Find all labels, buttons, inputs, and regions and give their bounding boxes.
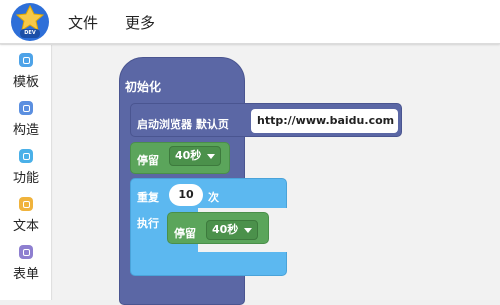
block-workspace[interactable]: 初始化 启动浏览器 默认页 http://www.baidu.com 停留 40…: [53, 45, 500, 305]
repeat-count-input[interactable]: 10: [169, 184, 203, 206]
construct-icon: [19, 101, 33, 115]
menu-file[interactable]: 文件: [68, 12, 98, 33]
repeat-label: 重复: [137, 191, 159, 204]
category-function[interactable]: 功能: [0, 143, 52, 189]
dev-badge: DEV: [20, 29, 40, 38]
wait-duration-value: 40秒: [175, 149, 202, 162]
init-block-label: 初始化: [125, 80, 162, 94]
template-icon: [19, 53, 33, 67]
open-browser-label: 启动浏览器 默认页: [137, 118, 229, 131]
category-sidebar: 模板 构造 功能 文本 表单: [0, 45, 52, 300]
category-label: 文本: [12, 219, 39, 234]
dropdown-arrow-icon: [244, 228, 252, 233]
dropdown-arrow-icon: [207, 154, 215, 159]
category-label: 模板: [12, 75, 39, 90]
inner-wait-duration-value: 40秒: [212, 223, 239, 236]
wait-label: 停留: [137, 154, 159, 167]
category-label: 功能: [12, 171, 39, 186]
category-label: 构造: [12, 123, 39, 138]
category-construct[interactable]: 构造: [0, 95, 52, 141]
top-bar: DEV 文件 更多: [0, 0, 500, 44]
category-label: 表单: [12, 267, 39, 282]
wait-duration-dropdown[interactable]: 40秒: [169, 146, 221, 166]
inner-wait-label: 停留: [174, 227, 196, 240]
app-logo[interactable]: DEV: [11, 3, 49, 41]
form-icon: [19, 245, 33, 259]
category-form[interactable]: 表单: [0, 239, 52, 285]
category-template[interactable]: 模板: [0, 47, 52, 93]
url-input[interactable]: http://www.baidu.com: [251, 109, 398, 133]
menu-more[interactable]: 更多: [125, 12, 155, 33]
category-text[interactable]: 文本: [0, 191, 52, 237]
function-icon: [19, 149, 33, 163]
repeat-unit-label: 次: [208, 191, 219, 204]
do-label: 执行: [137, 217, 159, 230]
inner-wait-duration-dropdown[interactable]: 40秒: [206, 220, 258, 240]
text-icon: [19, 197, 33, 211]
star-icon: [15, 5, 45, 31]
